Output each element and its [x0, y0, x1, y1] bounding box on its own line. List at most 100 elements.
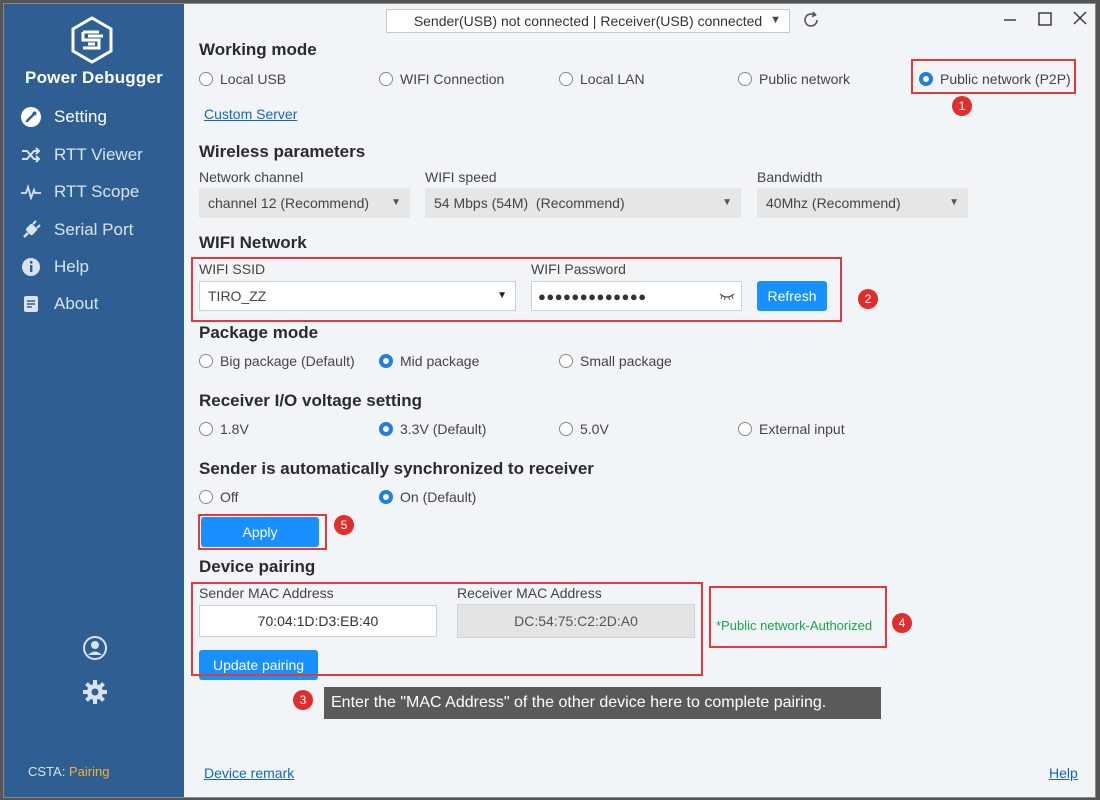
radio-label: 1.8V	[220, 421, 249, 437]
annotation-badge-5: 5	[334, 515, 354, 535]
network-channel-label: Network channel	[199, 169, 304, 185]
radio-public-network[interactable]: Public network	[738, 71, 850, 87]
sync-title: Sender is automatically synchronized to …	[199, 459, 594, 478]
radio-label: 3.3V (Default)	[400, 421, 487, 437]
sidebar-item-setting[interactable]: Setting	[4, 100, 184, 134]
sidebar-item-about[interactable]: About	[4, 287, 184, 321]
close-icon[interactable]	[1068, 8, 1092, 30]
working-mode-title: Working mode	[199, 40, 317, 59]
radio-label: External input	[759, 421, 845, 437]
voltage-title: Receiver I/O voltage setting	[199, 391, 422, 410]
annotation-box-2	[191, 257, 842, 322]
radio-label: Mid package	[400, 353, 480, 369]
network-channel-select[interactable]: channel 12 (Recommend) ▼	[199, 188, 410, 218]
radio-voltage-3-3v[interactable]: 3.3V (Default)	[379, 421, 486, 437]
radio-label: 5.0V	[580, 421, 609, 437]
package-mode-title: Package mode	[199, 323, 319, 342]
sidebar-item-label: Help	[54, 257, 89, 276]
select-value: 54 Mbps (54M) (Recommend)	[434, 195, 625, 211]
custom-server-link[interactable]: Custom Server	[204, 106, 297, 122]
device-remark-link[interactable]: Device remark	[204, 765, 294, 781]
csta-label: CSTA:	[28, 764, 66, 779]
annotation-box-1	[911, 59, 1076, 94]
radio-sync-on[interactable]: On (Default)	[379, 489, 476, 505]
maximize-icon[interactable]	[1033, 8, 1057, 30]
radio-voltage-5v[interactable]: 5.0V	[559, 421, 609, 437]
wifi-network-title: WIFI Network	[199, 233, 307, 252]
annotation-box-5	[198, 514, 327, 550]
app-logo-icon	[71, 16, 113, 64]
info-icon	[20, 256, 42, 278]
shuffle-icon	[20, 144, 42, 166]
radio-circle	[559, 72, 573, 86]
device-pairing-title: Device pairing	[199, 557, 316, 576]
sidebar-item-rtt-scope[interactable]: RTT Scope	[4, 175, 184, 209]
minimize-icon[interactable]	[998, 8, 1022, 30]
chevron-down-icon: ▼	[391, 197, 401, 208]
radio-wifi-connection[interactable]: WIFI Connection	[379, 71, 504, 87]
plug-icon	[20, 219, 42, 241]
radio-voltage-1-8v[interactable]: 1.8V	[199, 421, 249, 437]
radio-circle	[379, 354, 393, 368]
radio-circle	[738, 422, 752, 436]
radio-mid-package[interactable]: Mid package	[379, 353, 479, 369]
connection-status-select[interactable]: Sender(USB) not connected | Receiver(USB…	[386, 9, 790, 33]
radio-circle	[199, 490, 213, 504]
sidebar-item-help[interactable]: Help	[4, 250, 184, 284]
annotation-badge-1: 1	[952, 96, 972, 116]
radio-label: Small package	[580, 353, 672, 369]
waveform-icon	[20, 181, 42, 203]
annotation-badge-3: 3	[293, 690, 313, 710]
radio-circle	[379, 72, 393, 86]
radio-circle	[199, 72, 213, 86]
radio-sync-off[interactable]: Off	[199, 489, 238, 505]
sidebar: Power Debugger Setting RTT Viewer RTT Sc…	[4, 4, 184, 797]
radio-local-usb[interactable]: Local USB	[199, 71, 286, 87]
user-icon[interactable]	[82, 635, 108, 661]
bandwidth-select[interactable]: 40Mhz (Recommend) ▼	[757, 188, 968, 218]
annotation-badge-2: 2	[858, 289, 878, 309]
select-value: channel 12 (Recommend)	[208, 195, 370, 211]
radio-label: On (Default)	[400, 489, 477, 505]
wifi-speed-select[interactable]: 54 Mbps (54M) (Recommend) ▼	[425, 188, 741, 218]
wireless-parameters-title: Wireless parameters	[199, 142, 366, 161]
chevron-down-icon: ▼	[722, 197, 732, 208]
sidebar-item-rtt-viewer[interactable]: RTT Viewer	[4, 138, 184, 172]
sidebar-item-label: Serial Port	[54, 220, 134, 239]
sidebar-item-label: RTT Scope	[54, 182, 140, 201]
annotation-badge-4: 4	[892, 613, 912, 633]
help-link[interactable]: Help	[1049, 765, 1078, 781]
app-brand: Power Debugger	[25, 68, 163, 87]
sidebar-item-serial-port[interactable]: Serial Port	[4, 213, 184, 247]
chevron-down-icon: ▼	[770, 14, 781, 26]
radio-circle	[738, 72, 752, 86]
radio-circle	[379, 490, 393, 504]
radio-circle	[559, 354, 573, 368]
radio-label: Big package (Default)	[220, 353, 355, 369]
radio-voltage-external[interactable]: External input	[738, 421, 845, 437]
sidebar-item-label: RTT Viewer	[54, 145, 143, 164]
annotation-box-3	[191, 582, 703, 676]
radio-label: WIFI Connection	[400, 71, 505, 87]
sidebar-item-label: Setting	[54, 107, 107, 126]
bandwidth-label: Bandwidth	[757, 169, 823, 185]
wifi-speed-label: WIFI speed	[425, 169, 497, 185]
csta-value: Pairing	[68, 764, 110, 779]
radio-big-package[interactable]: Big package (Default)	[199, 353, 355, 369]
radio-label: Public network	[759, 71, 851, 87]
refresh-icon[interactable]	[801, 10, 821, 30]
chevron-down-icon: ▼	[949, 197, 959, 208]
radio-label: Off	[220, 489, 239, 505]
radio-label: Local LAN	[580, 71, 645, 87]
gear-icon[interactable]	[82, 679, 108, 705]
radio-circle	[199, 422, 213, 436]
radio-small-package[interactable]: Small package	[559, 353, 672, 369]
select-value: 40Mhz (Recommend)	[766, 195, 901, 211]
radio-label: Local USB	[220, 71, 287, 87]
app-window: Power Debugger Setting RTT Viewer RTT Sc…	[3, 3, 1096, 798]
radio-circle	[559, 422, 573, 436]
wrench-icon	[20, 106, 42, 128]
radio-local-lan[interactable]: Local LAN	[559, 71, 645, 87]
connection-status-text: Sender(USB) not connected | Receiver(USB…	[413, 13, 763, 29]
annotation-box-4	[709, 586, 887, 648]
